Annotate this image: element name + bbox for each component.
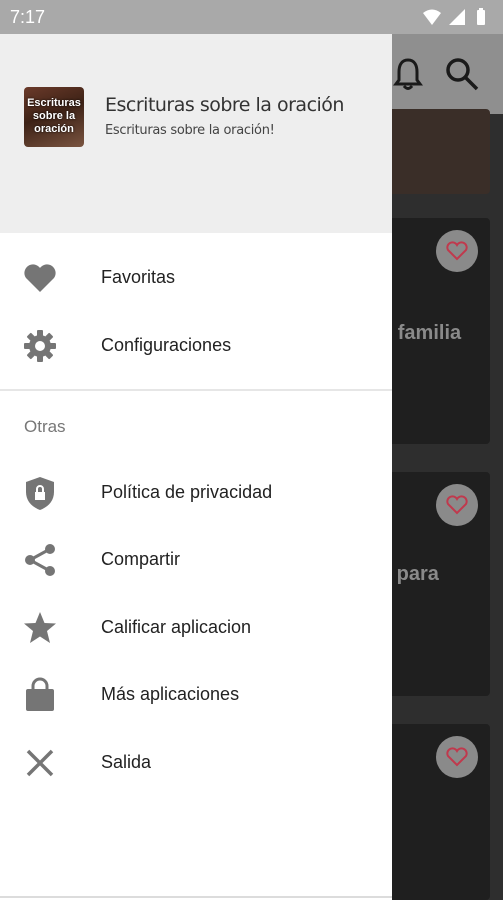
menu-item-label: Salida: [101, 752, 152, 772]
favorite-heart-icon[interactable]: [436, 230, 478, 272]
heart-icon: [24, 264, 56, 292]
status-icons: [423, 8, 485, 25]
drawer-header: Escrituras sobre la oración Escrituras s…: [0, 34, 392, 233]
navigation-drawer: Escrituras sobre la oración Escrituras s…: [0, 34, 392, 900]
menu-item-configuraciones[interactable]: Configuraciones: [0, 318, 392, 374]
shopping-bag-icon: [26, 677, 54, 711]
background-card[interactable]: s para: [380, 472, 490, 696]
navigation-bar-edge: [0, 896, 392, 898]
drawer-divider: [0, 389, 392, 391]
wifi-icon: [423, 9, 441, 25]
close-icon: [26, 749, 54, 777]
favorite-heart-icon[interactable]: [436, 484, 478, 526]
share-icon: [25, 544, 55, 576]
menu-item-exit[interactable]: Salida: [0, 735, 392, 791]
signal-icon: [449, 9, 465, 25]
menu-item-favoritas[interactable]: Favoritas: [0, 250, 392, 306]
app-logo-text: Escrituras sobre la oración: [27, 97, 81, 135]
section-label-otras: Otras: [24, 417, 66, 436]
status-bar: 7:17: [0, 0, 503, 34]
menu-item-more-apps[interactable]: Más aplicaciones: [0, 667, 392, 723]
favorite-heart-icon[interactable]: [436, 736, 478, 778]
menu-item-privacy-policy[interactable]: Política de privacidad: [0, 465, 392, 521]
app-logo: Escrituras sobre la oración: [24, 87, 84, 147]
gear-icon: [24, 330, 56, 362]
status-time: 7:17: [10, 7, 46, 27]
star-icon: [24, 612, 56, 643]
menu-item-label: Configuraciones: [101, 335, 232, 355]
menu-item-label: Favoritas: [101, 267, 176, 287]
menu-item-rate-app[interactable]: Calificar aplicacion: [0, 600, 392, 656]
shield-lock-icon: [26, 477, 54, 510]
background-card[interactable]: u familia: [380, 218, 490, 444]
card-title: u familia: [380, 322, 462, 344]
menu-item-label: Más aplicaciones: [101, 684, 240, 704]
background-card[interactable]: [380, 109, 490, 194]
menu-item-share[interactable]: Compartir: [0, 532, 392, 588]
search-icon[interactable]: [444, 56, 480, 92]
menu-item-label: Política de privacidad: [101, 482, 273, 502]
menu-item-label: Compartir: [101, 549, 181, 569]
menu-item-label: Calificar aplicacion: [101, 617, 252, 637]
background-card[interactable]: [380, 724, 490, 900]
app-title: Escrituras sobre la oración: [105, 94, 344, 116]
app-subtitle: Escrituras sobre la oración!: [105, 123, 275, 138]
battery-icon: [477, 10, 485, 25]
notification-bell-icon[interactable]: [392, 56, 424, 92]
